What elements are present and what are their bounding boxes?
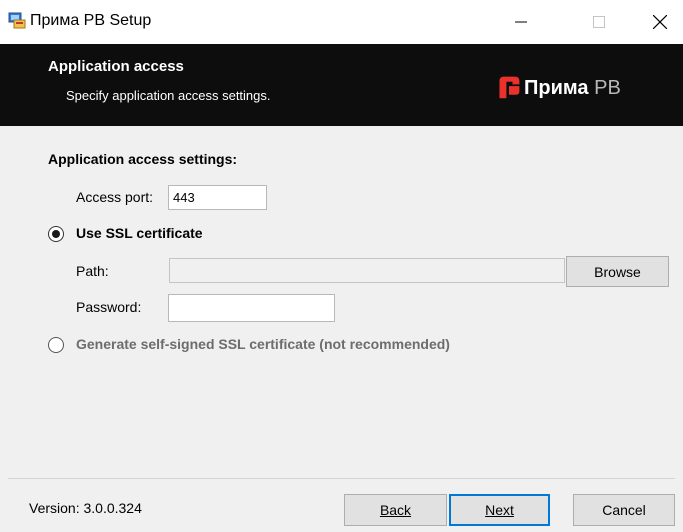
page-title: Application access: [48, 58, 184, 75]
section-title: Application access settings:: [48, 151, 238, 167]
prima-logo-icon: [499, 76, 520, 99]
path-input[interactable]: [169, 258, 565, 283]
generate-cert-radio[interactable]: [48, 337, 64, 353]
version-text: Version: 3.0.0.324: [29, 500, 142, 516]
path-label: Path:: [76, 263, 109, 279]
minimize-button[interactable]: [498, 0, 544, 44]
title-bar[interactable]: Прима РВ Setup: [0, 0, 683, 44]
logo-text: Прима РВ: [524, 77, 621, 99]
maximize-icon: [593, 16, 605, 28]
cancel-button[interactable]: Cancel: [573, 494, 675, 526]
maximize-button[interactable]: [576, 0, 622, 44]
setup-window: Прима РВ Setup Application access Specif…: [0, 0, 683, 532]
generate-cert-label[interactable]: Generate self-signed SSL certificate (no…: [76, 336, 450, 352]
access-port-input[interactable]: [168, 185, 267, 210]
minimize-icon: [515, 21, 527, 23]
password-input[interactable]: [168, 294, 335, 322]
use-ssl-label[interactable]: Use SSL certificate: [76, 225, 203, 241]
access-port-label: Access port:: [76, 189, 154, 205]
footer-divider: [8, 478, 675, 479]
use-ssl-radio[interactable]: [48, 226, 64, 242]
browse-button[interactable]: Browse: [566, 256, 669, 287]
window-title: Прима РВ Setup: [30, 12, 152, 29]
next-button[interactable]: Next: [449, 494, 550, 526]
close-button[interactable]: [637, 0, 683, 44]
back-button[interactable]: Back: [344, 494, 447, 526]
installer-icon: [8, 12, 26, 29]
password-label: Password:: [76, 299, 142, 315]
close-icon: [653, 15, 667, 29]
page-subtitle: Specify application access settings.: [66, 88, 271, 103]
